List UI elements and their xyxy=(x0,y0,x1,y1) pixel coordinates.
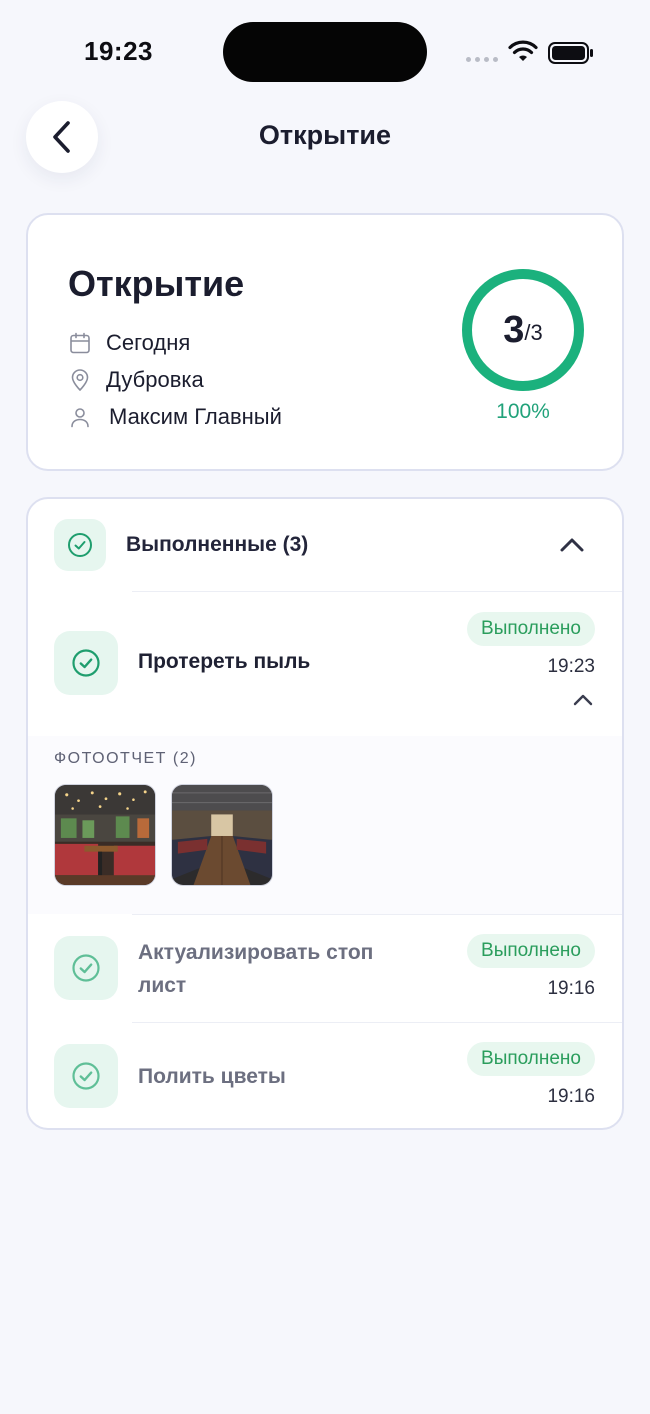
checklist-summary-card: Открытие Сегодня Дубровка Максим Главный… xyxy=(26,213,624,471)
check-circle-icon xyxy=(72,954,100,982)
progress-count: 3/3 xyxy=(460,267,586,393)
meta-date-text: Сегодня xyxy=(106,330,191,355)
battery-icon xyxy=(548,42,593,64)
wifi-icon xyxy=(508,40,538,61)
meta-date: Сегодня xyxy=(68,330,190,356)
chevron-up-icon[interactable] xyxy=(559,537,585,553)
progress-done: 3 xyxy=(503,308,525,351)
status-badge: Выполнено xyxy=(467,1042,595,1076)
meta-user: Максим Главный xyxy=(68,404,282,430)
task-title-line: лист xyxy=(138,974,187,997)
signal-icon xyxy=(466,57,498,62)
check-circle-icon xyxy=(68,533,92,557)
status-time: 19:23 xyxy=(84,36,153,66)
task-title: Протереть пыль xyxy=(138,650,311,673)
task-check-icon xyxy=(54,936,118,1000)
task-check-icon xyxy=(54,1044,118,1108)
check-circle-icon xyxy=(72,1062,100,1090)
meta-location: Дубровка xyxy=(68,367,204,393)
task-item[interactable]: Полить цветы Выполнено 19:16 xyxy=(28,1022,622,1128)
meta-user-text: Максим Главный xyxy=(109,404,282,429)
task-time: 19:23 xyxy=(547,656,595,677)
page-title: Открытие xyxy=(258,120,392,150)
photo-thumbnail[interactable] xyxy=(171,784,273,886)
section-check-icon xyxy=(54,519,106,571)
photo-thumbnail[interactable] xyxy=(54,784,156,886)
section-title: Выполненные (3) xyxy=(126,533,309,556)
progress-total: /3 xyxy=(524,320,543,345)
checklist-title: Открытие xyxy=(68,263,245,304)
completed-tasks-card: Выполненные (3) Протереть пыль Выполнено… xyxy=(26,497,624,1130)
task-title: Актуализировать стоп лист xyxy=(138,936,373,1002)
completed-section-header[interactable]: Выполненные (3) xyxy=(28,499,622,591)
dynamic-island xyxy=(223,22,427,82)
user-icon xyxy=(71,408,89,428)
chevron-up-icon[interactable] xyxy=(572,693,594,707)
task-time: 19:16 xyxy=(547,1086,595,1107)
status-badge: Выполнено xyxy=(467,934,595,968)
task-item[interactable]: Протереть пыль Выполнено 19:23 xyxy=(28,591,622,736)
task-item[interactable]: Актуализировать стоп лист Выполнено 19:1… xyxy=(28,914,622,1022)
task-title-line: Актуализировать стоп xyxy=(138,941,374,964)
location-pin-icon xyxy=(71,369,89,391)
progress-percent: 100% xyxy=(496,400,550,423)
photo-report-label: ФОТООТЧЕТ (2) xyxy=(54,750,197,767)
check-circle-icon xyxy=(72,649,100,677)
calendar-icon xyxy=(70,332,90,354)
meta-location-text: Дубровка xyxy=(106,367,204,392)
status-badge: Выполнено xyxy=(467,612,595,646)
photo-report: ФОТООТЧЕТ (2) xyxy=(28,736,622,914)
task-title: Полить цветы xyxy=(138,1065,286,1088)
task-check-icon xyxy=(54,631,118,695)
task-time: 19:16 xyxy=(547,978,595,999)
